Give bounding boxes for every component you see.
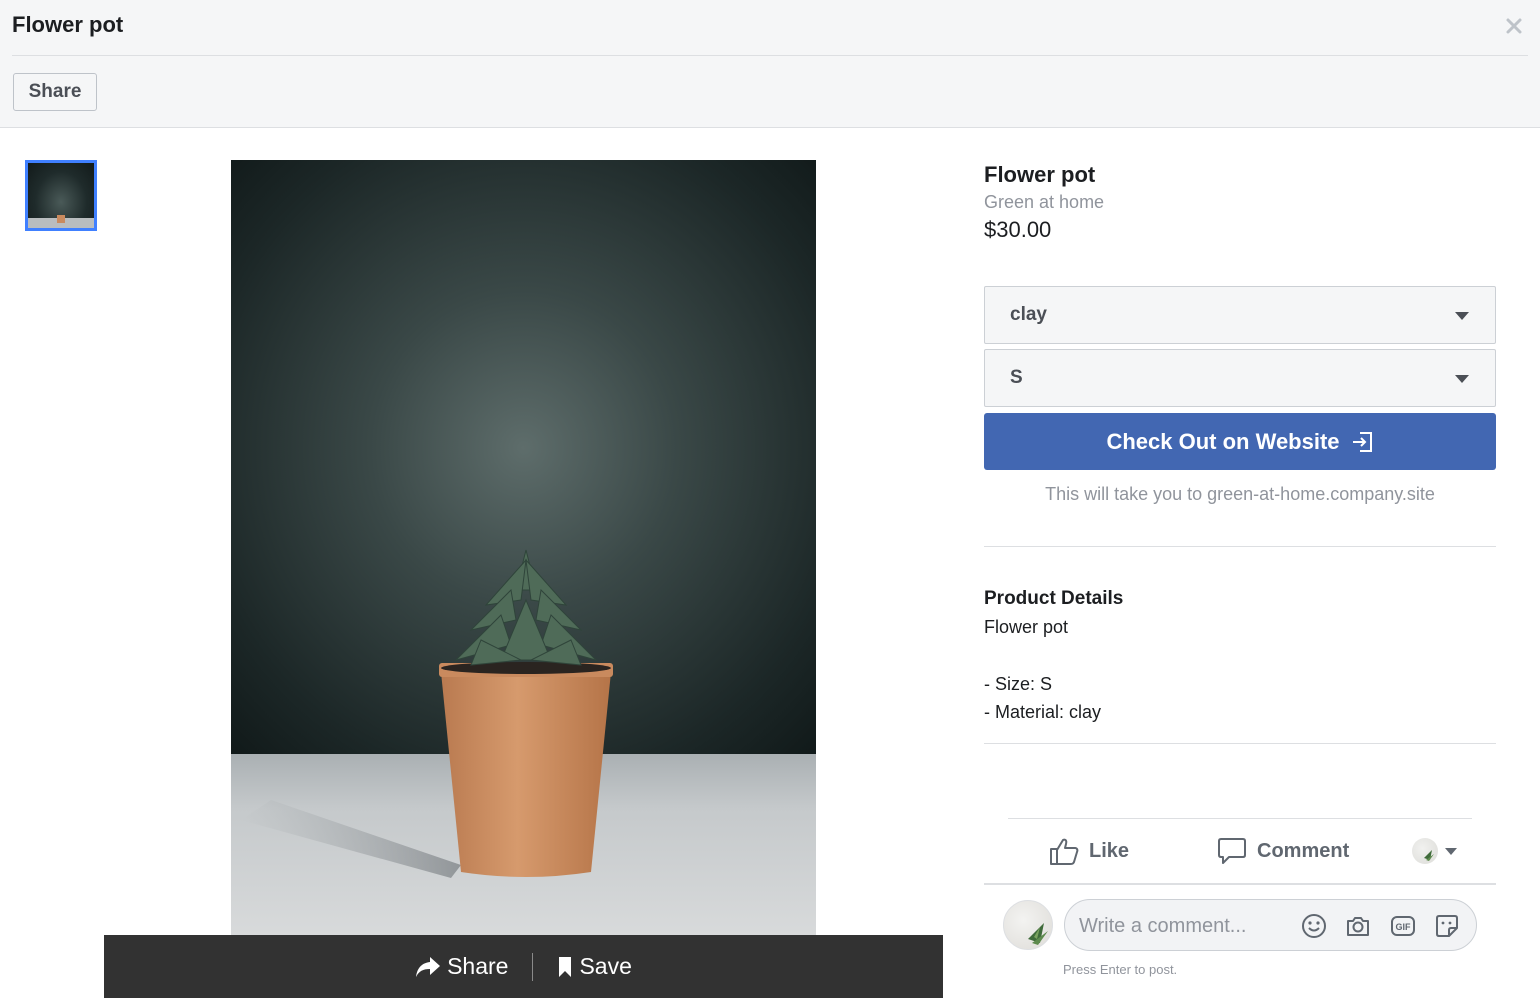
avatar: [1003, 900, 1053, 950]
comment-hint: Press Enter to post.: [1063, 962, 1178, 977]
details-line: - Material: clay: [984, 702, 1102, 722]
material-select[interactable]: clay: [984, 286, 1496, 344]
product-thumbnail[interactable]: [25, 160, 97, 231]
dialog-header: Flower pot Share: [0, 0, 1540, 128]
close-icon[interactable]: [1502, 14, 1526, 38]
svg-text:GIF: GIF: [1396, 922, 1412, 932]
product-photo: [231, 160, 816, 936]
comment-label: Comment: [1257, 839, 1350, 862]
bookmark-icon: [559, 956, 572, 977]
redirect-note: This will take you to green-at-home.comp…: [1045, 484, 1435, 504]
divider: [984, 546, 1496, 547]
details-heading: Product Details: [984, 588, 1124, 609]
reaction-bar: Like Comment: [984, 818, 1496, 885]
product-info-panel: Flower pot Green at home $30.00 clay S C…: [984, 160, 1496, 977]
product-title: Flower pot: [984, 162, 1096, 187]
comment-bubble-icon: [1218, 838, 1246, 864]
header-divider: [12, 55, 1528, 56]
divider: [984, 743, 1496, 744]
chevron-down-icon: [1455, 375, 1469, 383]
details-line: Flower pot: [984, 617, 1069, 637]
external-link-icon: [1352, 431, 1372, 452]
material-select-value: clay: [1010, 304, 1047, 325]
thumbs-up-icon: [1050, 838, 1079, 865]
divider: [984, 883, 1496, 885]
sticker-icon[interactable]: [1434, 913, 1460, 939]
media-save-label: Save: [579, 953, 632, 979]
media-save-button[interactable]: Save: [557, 953, 632, 980]
details-line: - Size: S: [984, 674, 1053, 694]
thumbnail-image: [28, 163, 94, 228]
page-avatar[interactable]: [1412, 838, 1438, 864]
media-bar-divider: [532, 952, 534, 981]
size-select[interactable]: S: [984, 349, 1496, 407]
chevron-down-icon[interactable]: [1445, 848, 1457, 855]
chevron-down-icon: [1455, 312, 1469, 320]
comment-input[interactable]: [1079, 912, 1279, 940]
like-button[interactable]: Like: [1049, 836, 1129, 866]
share-arrow-icon: [416, 956, 441, 977]
comment-composer: GIF: [1064, 899, 1477, 951]
gif-icon[interactable]: GIF: [1390, 913, 1416, 939]
media-action-bar: Share Save: [104, 935, 943, 998]
dialog-title: Flower pot: [12, 12, 124, 37]
shop-name[interactable]: Green at home: [984, 192, 1496, 213]
camera-icon[interactable]: [1345, 913, 1371, 939]
emoji-icon[interactable]: [1301, 913, 1327, 939]
size-select-value: S: [1010, 367, 1023, 388]
product-price: $30.00: [984, 217, 1052, 242]
media-share-label: Share: [447, 953, 509, 979]
media-share-button[interactable]: Share: [415, 953, 508, 980]
divider: [1008, 818, 1472, 819]
comment-button[interactable]: Comment: [1217, 836, 1349, 866]
share-button[interactable]: Share: [13, 73, 97, 111]
checkout-label: Check Out on Website: [1106, 428, 1340, 454]
like-label: Like: [1089, 839, 1130, 862]
checkout-button[interactable]: Check Out on Website: [984, 413, 1496, 470]
